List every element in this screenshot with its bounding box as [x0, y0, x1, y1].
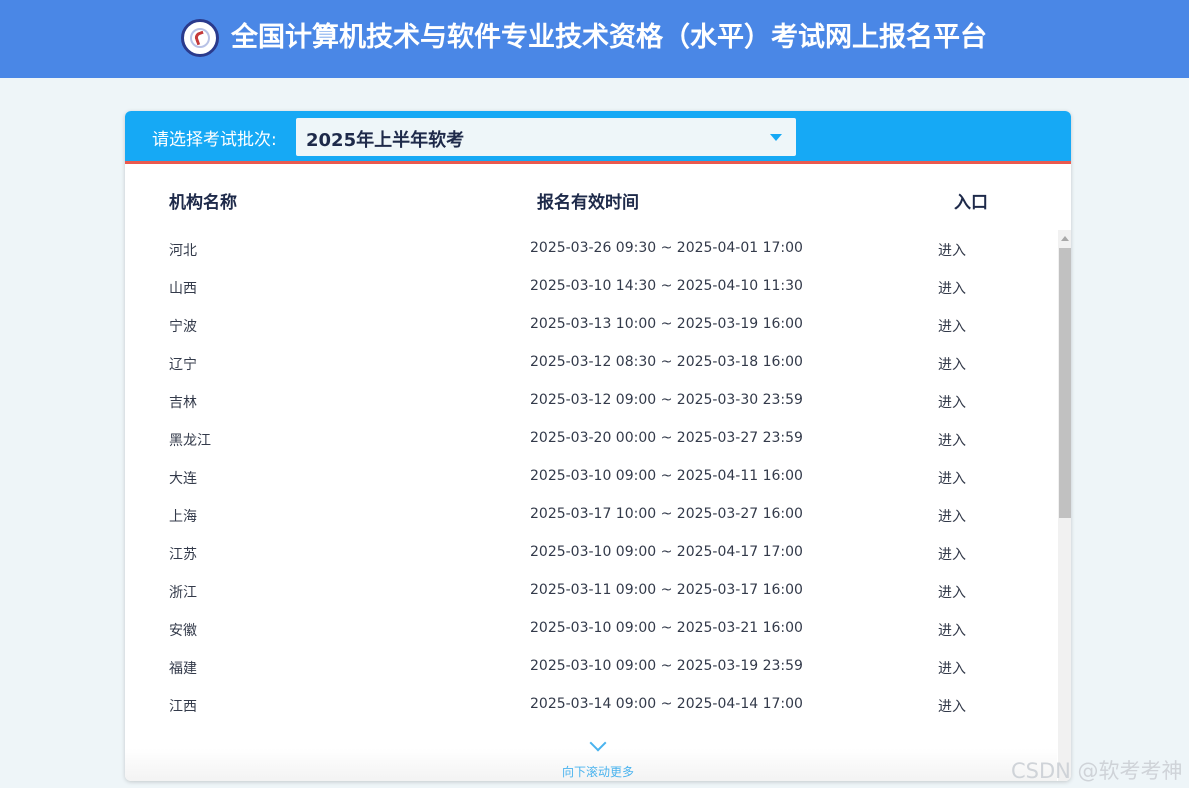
- batch-selector-bar: 请选择考试批次: 2025年上半年软考: [125, 111, 1071, 164]
- watermark: CSDN @软考考神: [1011, 759, 1183, 783]
- enter-link[interactable]: 进入: [938, 506, 966, 526]
- institution-name: 福建: [169, 661, 197, 677]
- list-scrollbar[interactable]: [1058, 230, 1071, 781]
- site-title: 全国计算机技术与软件专业技术资格（水平）考试网上报名平台: [231, 22, 987, 53]
- table-row: 宁波 2025-03-13 10:00 ~ 2025-03-19 16:00 进入: [125, 306, 1057, 344]
- table-row: 安徽 2025-03-10 09:00 ~ 2025-03-21 16:00 进入: [125, 610, 1057, 648]
- column-header-entry: 入口: [954, 193, 988, 213]
- enter-link[interactable]: 进入: [938, 658, 966, 678]
- institution-name: 辽宁: [169, 357, 197, 373]
- valid-time: 2025-03-10 09:00 ~ 2025-04-17 17:00: [530, 544, 803, 560]
- institution-name: 大连: [169, 471, 197, 487]
- scrollbar-thumb[interactable]: [1059, 248, 1071, 518]
- institution-name: 黑龙江: [169, 433, 211, 449]
- institution-name: 河北: [169, 243, 197, 259]
- column-header-institution: 机构名称: [169, 193, 237, 213]
- valid-time: 2025-03-10 09:00 ~ 2025-03-21 16:00: [530, 620, 803, 636]
- enter-link[interactable]: 进入: [938, 240, 966, 260]
- table-row: 浙江 2025-03-11 09:00 ~ 2025-03-17 16:00 进入: [125, 572, 1057, 610]
- batch-label: 请选择考试批次:: [152, 130, 277, 150]
- table-row: 福建 2025-03-10 09:00 ~ 2025-03-19 23:59 进入: [125, 648, 1057, 686]
- institution-name: 江苏: [169, 547, 197, 563]
- table-row: 上海 2025-03-17 10:00 ~ 2025-03-27 16:00 进入: [125, 496, 1057, 534]
- enter-link[interactable]: 进入: [938, 582, 966, 602]
- institution-name: 吉林: [169, 395, 197, 411]
- column-header-valid-time: 报名有效时间: [537, 193, 639, 213]
- valid-time: 2025-03-11 09:00 ~ 2025-03-17 16:00: [530, 582, 803, 598]
- enter-link[interactable]: 进入: [938, 354, 966, 374]
- valid-time: 2025-03-10 14:30 ~ 2025-04-10 11:30: [530, 278, 803, 294]
- scroll-more-link[interactable]: 向下滚动更多: [562, 763, 634, 780]
- valid-time: 2025-03-10 09:00 ~ 2025-04-11 16:00: [530, 468, 803, 484]
- enter-link[interactable]: 进入: [938, 696, 966, 716]
- table-row: 大连 2025-03-10 09:00 ~ 2025-04-11 16:00 进入: [125, 458, 1057, 496]
- exam-seal-logo-icon: [181, 19, 219, 57]
- enter-link[interactable]: 进入: [938, 544, 966, 564]
- table-row: 河北 2025-03-26 09:30 ~ 2025-04-01 17:00 进入: [125, 230, 1057, 268]
- table-row: 江苏 2025-03-10 09:00 ~ 2025-04-17 17:00 进入: [125, 534, 1057, 572]
- enter-link[interactable]: 进入: [938, 316, 966, 336]
- caret-down-icon[interactable]: [770, 134, 782, 141]
- site-header: 全国计算机技术与软件专业技术资格（水平）考试网上报名平台: [0, 0, 1189, 78]
- valid-time: 2025-03-12 09:00 ~ 2025-03-30 23:59: [530, 392, 803, 408]
- table-row: 山西 2025-03-10 14:30 ~ 2025-04-10 11:30 进入: [125, 268, 1057, 306]
- enter-link[interactable]: 进入: [938, 392, 966, 412]
- batch-select[interactable]: 2025年上半年软考: [296, 118, 796, 156]
- institution-name: 山西: [169, 281, 197, 297]
- enter-link[interactable]: 进入: [938, 620, 966, 640]
- table-row: 黑龙江 2025-03-20 00:00 ~ 2025-03-27 23:59 进入: [125, 420, 1057, 458]
- institution-name: 安徽: [169, 623, 197, 639]
- valid-time: 2025-03-10 09:00 ~ 2025-03-19 23:59: [530, 658, 803, 674]
- institution-list: 河北 2025-03-26 09:30 ~ 2025-04-01 17:00 进入山…: [125, 230, 1057, 740]
- valid-time: 2025-03-20 00:00 ~ 2025-03-27 23:59: [530, 430, 803, 446]
- valid-time: 2025-03-17 10:00 ~ 2025-03-27 16:00: [530, 506, 803, 522]
- valid-time: 2025-03-26 09:30 ~ 2025-04-01 17:00: [530, 240, 803, 256]
- valid-time: 2025-03-12 08:30 ~ 2025-03-18 16:00: [530, 354, 803, 370]
- scroll-up-arrow-icon[interactable]: [1061, 236, 1069, 241]
- table-row: 江西 2025-03-14 09:00 ~ 2025-04-14 17:00 进入: [125, 686, 1057, 724]
- enter-link[interactable]: 进入: [938, 278, 966, 298]
- registration-card: 请选择考试批次: 2025年上半年软考 机构名称 报名有效时间 入口 河北 202…: [125, 111, 1071, 781]
- institution-name: 江西: [169, 699, 197, 715]
- batch-selected-value: 2025年上半年软考: [306, 130, 465, 151]
- institution-name: 宁波: [169, 319, 197, 335]
- institution-name: 上海: [169, 509, 197, 525]
- valid-time: 2025-03-14 09:00 ~ 2025-04-14 17:00: [530, 696, 803, 712]
- enter-link[interactable]: 进入: [938, 468, 966, 488]
- table-row: 辽宁 2025-03-12 08:30 ~ 2025-03-18 16:00 进入: [125, 344, 1057, 382]
- valid-time: 2025-03-13 10:00 ~ 2025-03-19 16:00: [530, 316, 803, 332]
- table-row: 吉林 2025-03-12 09:00 ~ 2025-03-30 23:59 进入: [125, 382, 1057, 420]
- enter-link[interactable]: 进入: [938, 430, 966, 450]
- institution-name: 浙江: [169, 585, 197, 601]
